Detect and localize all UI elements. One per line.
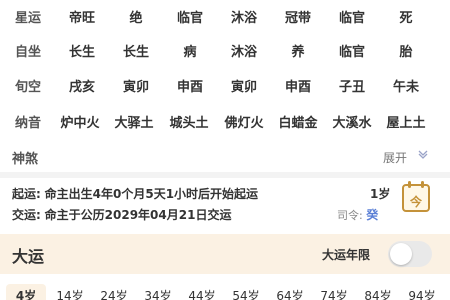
grid-cell: 临官 [338, 45, 366, 60]
age-tab[interactable]: 24岁 [100, 287, 127, 300]
siling-value: 癸 [366, 208, 379, 222]
grid-cell: 寅卯 [230, 80, 258, 95]
section-divider [0, 172, 450, 178]
grid-cell: 大溪水 [332, 116, 372, 131]
toggle-knob [390, 243, 412, 265]
grid-cell: 屋上土 [386, 116, 426, 131]
grid-cell: 长生 [122, 45, 150, 60]
calendar-ring [421, 181, 424, 188]
age-tab[interactable]: 44岁 [188, 287, 215, 300]
qiyun-age: 1岁 [370, 187, 391, 201]
age-tab[interactable]: 34岁 [144, 287, 171, 300]
grid-cell: 沐浴 [230, 45, 258, 60]
grid-row-xunkong: 旬空 戌亥 寅卯 申酉 寅卯 申酉 子丑 午未 [0, 76, 450, 96]
grid-cell: 城头土 [169, 116, 209, 131]
grid-cell: 炉中火 [60, 116, 100, 131]
qiyun-section: 起运: 命主出生4年0个月5天1小时后开始起运 1岁 交运: 命主于公历2029… [0, 180, 450, 230]
grid-row-xingyun: 星运 帝旺 绝 临官 沐浴 冠带 临官 死 [0, 7, 450, 27]
grid-cell: 午未 [392, 80, 420, 95]
qiyun-label: 起运: [12, 187, 41, 201]
age-tab[interactable]: 84岁 [364, 287, 391, 300]
dayun-age-tabs: 4岁 14岁 24岁 34岁 44岁 54岁 64岁 74岁 84岁 94岁 [0, 284, 450, 300]
calendar-char: 今 [409, 195, 422, 209]
siling-label: 司令: [337, 209, 363, 222]
age-tab[interactable]: 64岁 [276, 287, 303, 300]
shensha-section: 神煞 展开 [0, 144, 450, 172]
dayun-year-limit-label: 大运年限 [322, 248, 371, 262]
grid-row-nayin: 纳音 炉中火 大驿土 城头土 佛灯火 白蜡金 大溪水 屋上土 [0, 112, 450, 132]
age-tab[interactable]: 74岁 [320, 287, 347, 300]
qiyun-text: 命主出生4年0个月5天1小时后开始起运 [44, 187, 259, 201]
grid-cell: 绝 [129, 11, 143, 26]
grid-cell: 白蜡金 [278, 116, 318, 131]
grid-cell: 帝旺 [68, 11, 96, 26]
chevron-down-icon[interactable] [417, 147, 429, 161]
grid-cell: 临官 [338, 11, 366, 26]
grid-cell: 养 [291, 45, 305, 60]
dayun-year-limit-toggle[interactable] [388, 241, 432, 267]
row-label: 自坐 [14, 45, 42, 60]
grid-row-zizuo: 自坐 长生 长生 病 沐浴 养 临官 胎 [0, 41, 450, 61]
grid-cell: 沐浴 [230, 11, 258, 26]
row-label: 星运 [14, 11, 42, 26]
calendar-ring [408, 181, 411, 188]
grid-cell: 病 [183, 45, 197, 60]
dayun-header: 大运 大运年限 [0, 234, 450, 274]
age-tab[interactable]: 4岁 [16, 287, 36, 300]
qiyun-line: 起运: 命主出生4年0个月5天1小时后开始起运 [12, 185, 258, 202]
grid-cell: 大驿土 [114, 116, 154, 131]
jiaoyun-label: 交运: [12, 208, 41, 222]
age-tab[interactable]: 94岁 [408, 287, 435, 300]
grid-cell: 胎 [399, 45, 413, 60]
dayun-title: 大运 [12, 247, 45, 266]
jiaoyun-text: 命主于公历2029年04月21日交运 [44, 208, 232, 222]
grid-cell: 申酉 [176, 80, 204, 95]
expand-button[interactable]: 展开 [383, 149, 407, 166]
grid-cell: 长生 [68, 45, 96, 60]
row-label: 纳音 [14, 116, 42, 131]
calendar-icon[interactable]: 今 [402, 181, 430, 212]
grid-cell: 临官 [176, 11, 204, 26]
grid-cell: 申酉 [284, 80, 312, 95]
grid-cell: 子丑 [338, 80, 366, 95]
age-tab[interactable]: 54岁 [232, 287, 259, 300]
grid-cell: 佛灯火 [224, 116, 264, 131]
jiaoyun-line: 交运: 命主于公历2029年04月21日交运 [12, 206, 231, 223]
grid-cell: 死 [399, 11, 413, 26]
shensha-title: 神煞 [12, 152, 39, 167]
grid-cell: 戌亥 [68, 80, 96, 95]
age-tab[interactable]: 14岁 [56, 287, 83, 300]
row-label: 旬空 [14, 80, 42, 95]
siling-info: 司令: 癸 [337, 206, 378, 223]
grid-cell: 寅卯 [122, 80, 150, 95]
grid-cell: 冠带 [284, 11, 312, 26]
